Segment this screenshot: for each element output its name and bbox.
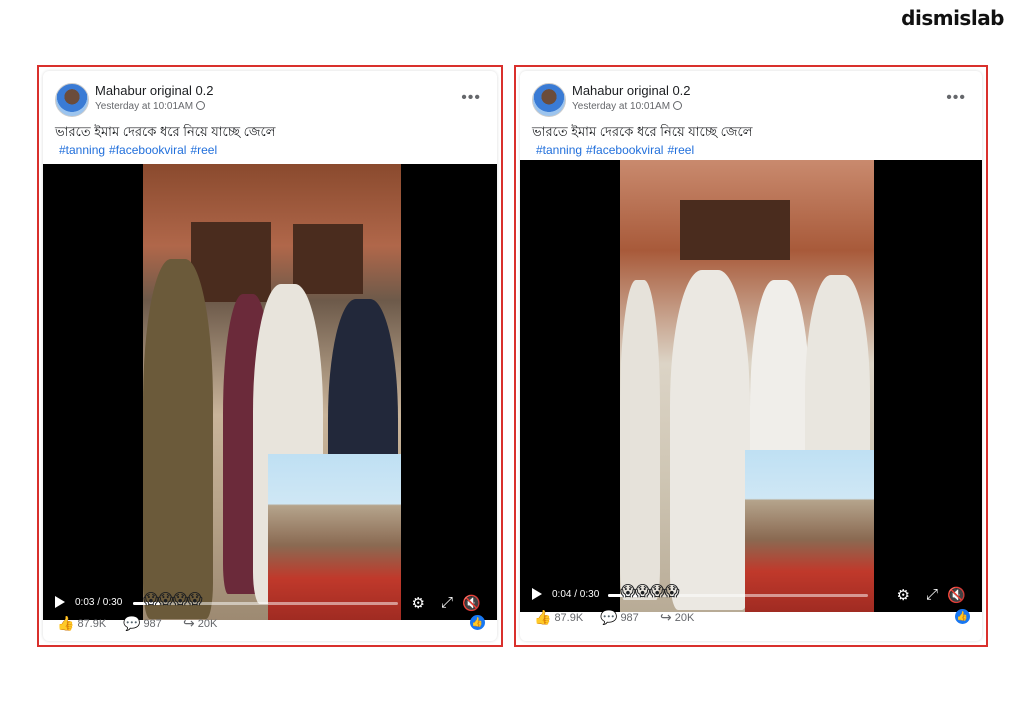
comment-icon: 💬	[600, 609, 618, 625]
post-timestamp[interactable]: Yesterday at 10:01AM	[95, 101, 206, 112]
hashtags: #tanning #facebookviral #reel	[536, 143, 698, 157]
post-header: Mahabur original 0.2 Yesterday at 10:01A…	[55, 83, 485, 119]
share-count: 20K	[197, 618, 218, 630]
emoji-overlay: 😱😱😱😱	[620, 583, 680, 600]
post-footer: 👍 87.9K 💬 987 ↪ 20K 👍	[520, 599, 982, 635]
like-count: 87.9K	[77, 618, 107, 630]
hashtag-facebookviral[interactable]: #facebookviral	[586, 143, 663, 157]
hashtag-tanning[interactable]: #tanning	[59, 143, 105, 157]
thumbs-up-icon: 👍	[534, 609, 552, 625]
author-name[interactable]: Mahabur original 0.2	[95, 83, 214, 98]
like-button[interactable]: 👍 87.9K	[534, 609, 583, 626]
author-name[interactable]: Mahabur original 0.2	[572, 83, 691, 98]
video-player[interactable]: 0:04 / 0:30 😱😱😱😱 ⚙ ⤢ 🔇	[520, 160, 982, 612]
comment-count: 987	[620, 612, 639, 624]
like-count: 87.9K	[554, 612, 584, 624]
thumbs-up-icon: 👍	[57, 615, 75, 631]
share-icon: ↪	[183, 615, 195, 631]
video-player[interactable]: 0:03 / 0:30 😱😱😱😱 ⚙ ⤢ 🔇	[43, 164, 497, 620]
post-screenshot-1: Mahabur original 0.2 Yesterday at 10:01A…	[37, 65, 503, 647]
share-icon: ↪	[660, 609, 672, 625]
post-caption: ভারতে ইমাম দেরকে ধরে নিয়ে যাচ্ছে জেলে	[532, 124, 753, 139]
hashtags: #tanning #facebookviral #reel	[59, 143, 221, 157]
comment-icon: 💬	[123, 615, 141, 631]
timestamp-text[interactable]: Yesterday at 10:01AM	[95, 101, 193, 112]
comment-count: 987	[143, 618, 162, 630]
brand-logo: dismislab	[901, 6, 1004, 30]
share-button[interactable]: ↪ 20K	[660, 609, 694, 626]
more-horizontal-icon[interactable]: •••	[946, 89, 966, 107]
video-frame	[620, 160, 874, 612]
hashtag-facebookviral[interactable]: #facebookviral	[109, 143, 186, 157]
facebook-post-card: Mahabur original 0.2 Yesterday at 10:01A…	[520, 71, 982, 641]
share-button[interactable]: ↪ 20K	[183, 615, 217, 632]
post-screenshot-2: Mahabur original 0.2 Yesterday at 10:01A…	[514, 65, 988, 647]
facebook-post-card: Mahabur original 0.2 Yesterday at 10:01A…	[43, 71, 497, 641]
like-reaction-badge[interactable]: 👍	[955, 609, 970, 624]
globe-icon	[673, 101, 683, 110]
globe-icon	[196, 101, 206, 110]
like-button[interactable]: 👍 87.9K	[57, 615, 106, 632]
timestamp-text[interactable]: Yesterday at 10:01AM	[572, 101, 670, 112]
avatar[interactable]	[532, 83, 566, 117]
post-caption: ভারতে ইমাম দেরকে ধরে নিয়ে যাচ্ছে জেলে	[55, 124, 276, 139]
avatar[interactable]	[55, 83, 89, 117]
post-header: Mahabur original 0.2 Yesterday at 10:01A…	[532, 83, 970, 119]
like-reaction-badge[interactable]: 👍	[470, 615, 485, 630]
more-horizontal-icon[interactable]: •••	[461, 89, 481, 107]
post-footer: 👍 87.9K 💬 987 ↪ 20K 👍	[43, 605, 497, 641]
video-frame	[143, 164, 401, 620]
share-count: 20K	[674, 612, 695, 624]
hashtag-reel[interactable]: #reel	[667, 143, 694, 157]
comment-button[interactable]: 💬 987	[600, 609, 639, 626]
post-timestamp[interactable]: Yesterday at 10:01AM	[572, 101, 683, 112]
hashtag-tanning[interactable]: #tanning	[536, 143, 582, 157]
comment-button[interactable]: 💬 987	[123, 615, 162, 632]
hashtag-reel[interactable]: #reel	[190, 143, 217, 157]
